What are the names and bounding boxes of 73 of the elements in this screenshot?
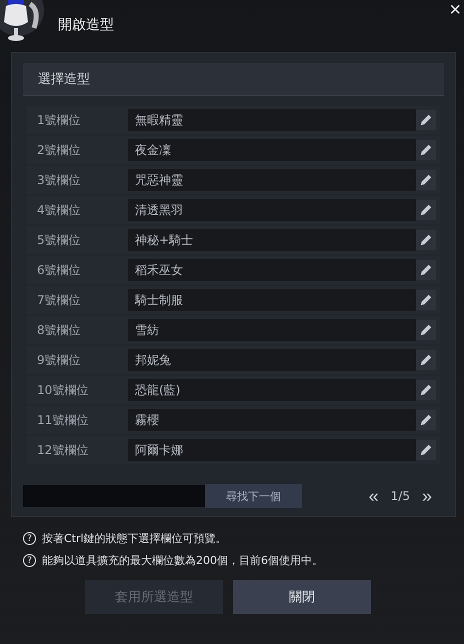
edit-button[interactable]	[416, 230, 436, 250]
panel-title: 選擇造型	[38, 71, 90, 88]
slot-label: 6號欄位	[37, 262, 82, 278]
pencil-icon	[419, 113, 433, 127]
slot-name-field[interactable]: 邦妮兔	[128, 349, 416, 371]
page-indicator: 1/5	[390, 489, 410, 503]
close-dialog-button[interactable]: 關閉	[233, 580, 371, 614]
slot-name-field[interactable]: 稻禾巫女	[128, 259, 416, 281]
pencil-icon	[419, 353, 433, 367]
pencil-icon	[419, 383, 433, 397]
pencil-icon	[419, 323, 433, 337]
slot-name-field[interactable]: 霧櫻	[128, 409, 416, 431]
slot-name-field[interactable]: 咒惡神靈	[128, 169, 416, 191]
note-text: 能夠以道具擴充的最大欄位數為200個，目前6個使用中。	[42, 553, 323, 568]
edit-button[interactable]	[416, 170, 436, 190]
slot-label: 11號欄位	[37, 412, 90, 428]
slot-label: 10號欄位	[37, 382, 90, 398]
slot-label: 12號欄位	[37, 442, 90, 458]
slot-row[interactable]: 5號欄位 神秘+騎士	[27, 226, 440, 254]
edit-button[interactable]	[416, 110, 436, 130]
previous-page-button[interactable]: «	[368, 487, 379, 505]
slot-name-field[interactable]: 騎士制服	[128, 289, 416, 311]
edit-button[interactable]	[416, 380, 436, 400]
close-button[interactable]: ×	[446, 0, 464, 20]
slot-row[interactable]: 11號欄位 霧櫻	[27, 406, 440, 434]
edit-button[interactable]	[416, 260, 436, 280]
slot-row[interactable]: 8號欄位 雪紡	[27, 316, 440, 344]
slot-label: 2號欄位	[37, 142, 82, 158]
slot-name-field[interactable]: 清透黑羽	[128, 199, 416, 221]
slot-row[interactable]: 2號欄位 夜金凜	[27, 136, 440, 164]
edit-button[interactable]	[416, 320, 436, 340]
find-next-button[interactable]: 尋找下一個	[205, 484, 302, 508]
slot-name-field[interactable]: 神秘+騎士	[128, 229, 416, 251]
edit-button[interactable]	[416, 440, 436, 460]
slot-label: 5號欄位	[37, 232, 82, 248]
pencil-icon	[419, 173, 433, 187]
pencil-icon	[419, 443, 433, 457]
slot-name-field[interactable]: 夜金凜	[128, 139, 416, 161]
edit-button[interactable]	[416, 200, 436, 220]
search-field[interactable]	[23, 485, 205, 507]
slot-row[interactable]: 9號欄位 邦妮兔	[27, 346, 440, 374]
slot-label: 9號欄位	[37, 352, 82, 368]
edit-button[interactable]	[416, 140, 436, 160]
slot-label: 8號欄位	[37, 322, 82, 338]
slot-name-field[interactable]: 無暇精靈	[128, 109, 416, 131]
slot-name-field[interactable]: 阿爾卡娜	[128, 439, 416, 461]
slot-row[interactable]: 6號欄位 稻禾巫女	[27, 256, 440, 284]
slot-label: 7號欄位	[37, 292, 82, 308]
slot-row[interactable]: 1號欄位 無暇精靈	[27, 106, 440, 134]
slot-row[interactable]: 10號欄位 恐龍(藍)	[27, 376, 440, 404]
pencil-icon	[419, 143, 433, 157]
pencil-icon	[419, 233, 433, 247]
pencil-icon	[419, 413, 433, 427]
slot-label: 3號欄位	[37, 172, 82, 188]
pencil-icon	[419, 293, 433, 307]
help-icon: ?	[23, 532, 36, 545]
slot-name-field[interactable]: 雪紡	[128, 319, 416, 341]
slot-row[interactable]: 3號欄位 咒惡神靈	[27, 166, 440, 194]
slot-row[interactable]: 7號欄位 騎士制服	[27, 286, 440, 314]
edit-button[interactable]	[416, 410, 436, 430]
pencil-icon	[419, 263, 433, 277]
next-page-button[interactable]: »	[422, 487, 432, 505]
edit-button[interactable]	[416, 290, 436, 310]
slot-label: 4號欄位	[37, 202, 82, 218]
help-icon: ?	[23, 554, 36, 567]
edit-button[interactable]	[416, 350, 436, 370]
slot-name-field[interactable]: 恐龍(藍)	[128, 379, 416, 401]
slot-row[interactable]: 4號欄位 清透黑羽	[27, 196, 440, 224]
window-title: 開啟造型	[58, 16, 114, 34]
pencil-icon	[419, 203, 433, 217]
note-text: 按著Ctrl鍵的狀態下選擇欄位可預覽。	[42, 531, 227, 546]
slot-row[interactable]: 12號欄位 阿爾卡娜	[27, 436, 440, 464]
slot-label: 1號欄位	[37, 112, 82, 128]
